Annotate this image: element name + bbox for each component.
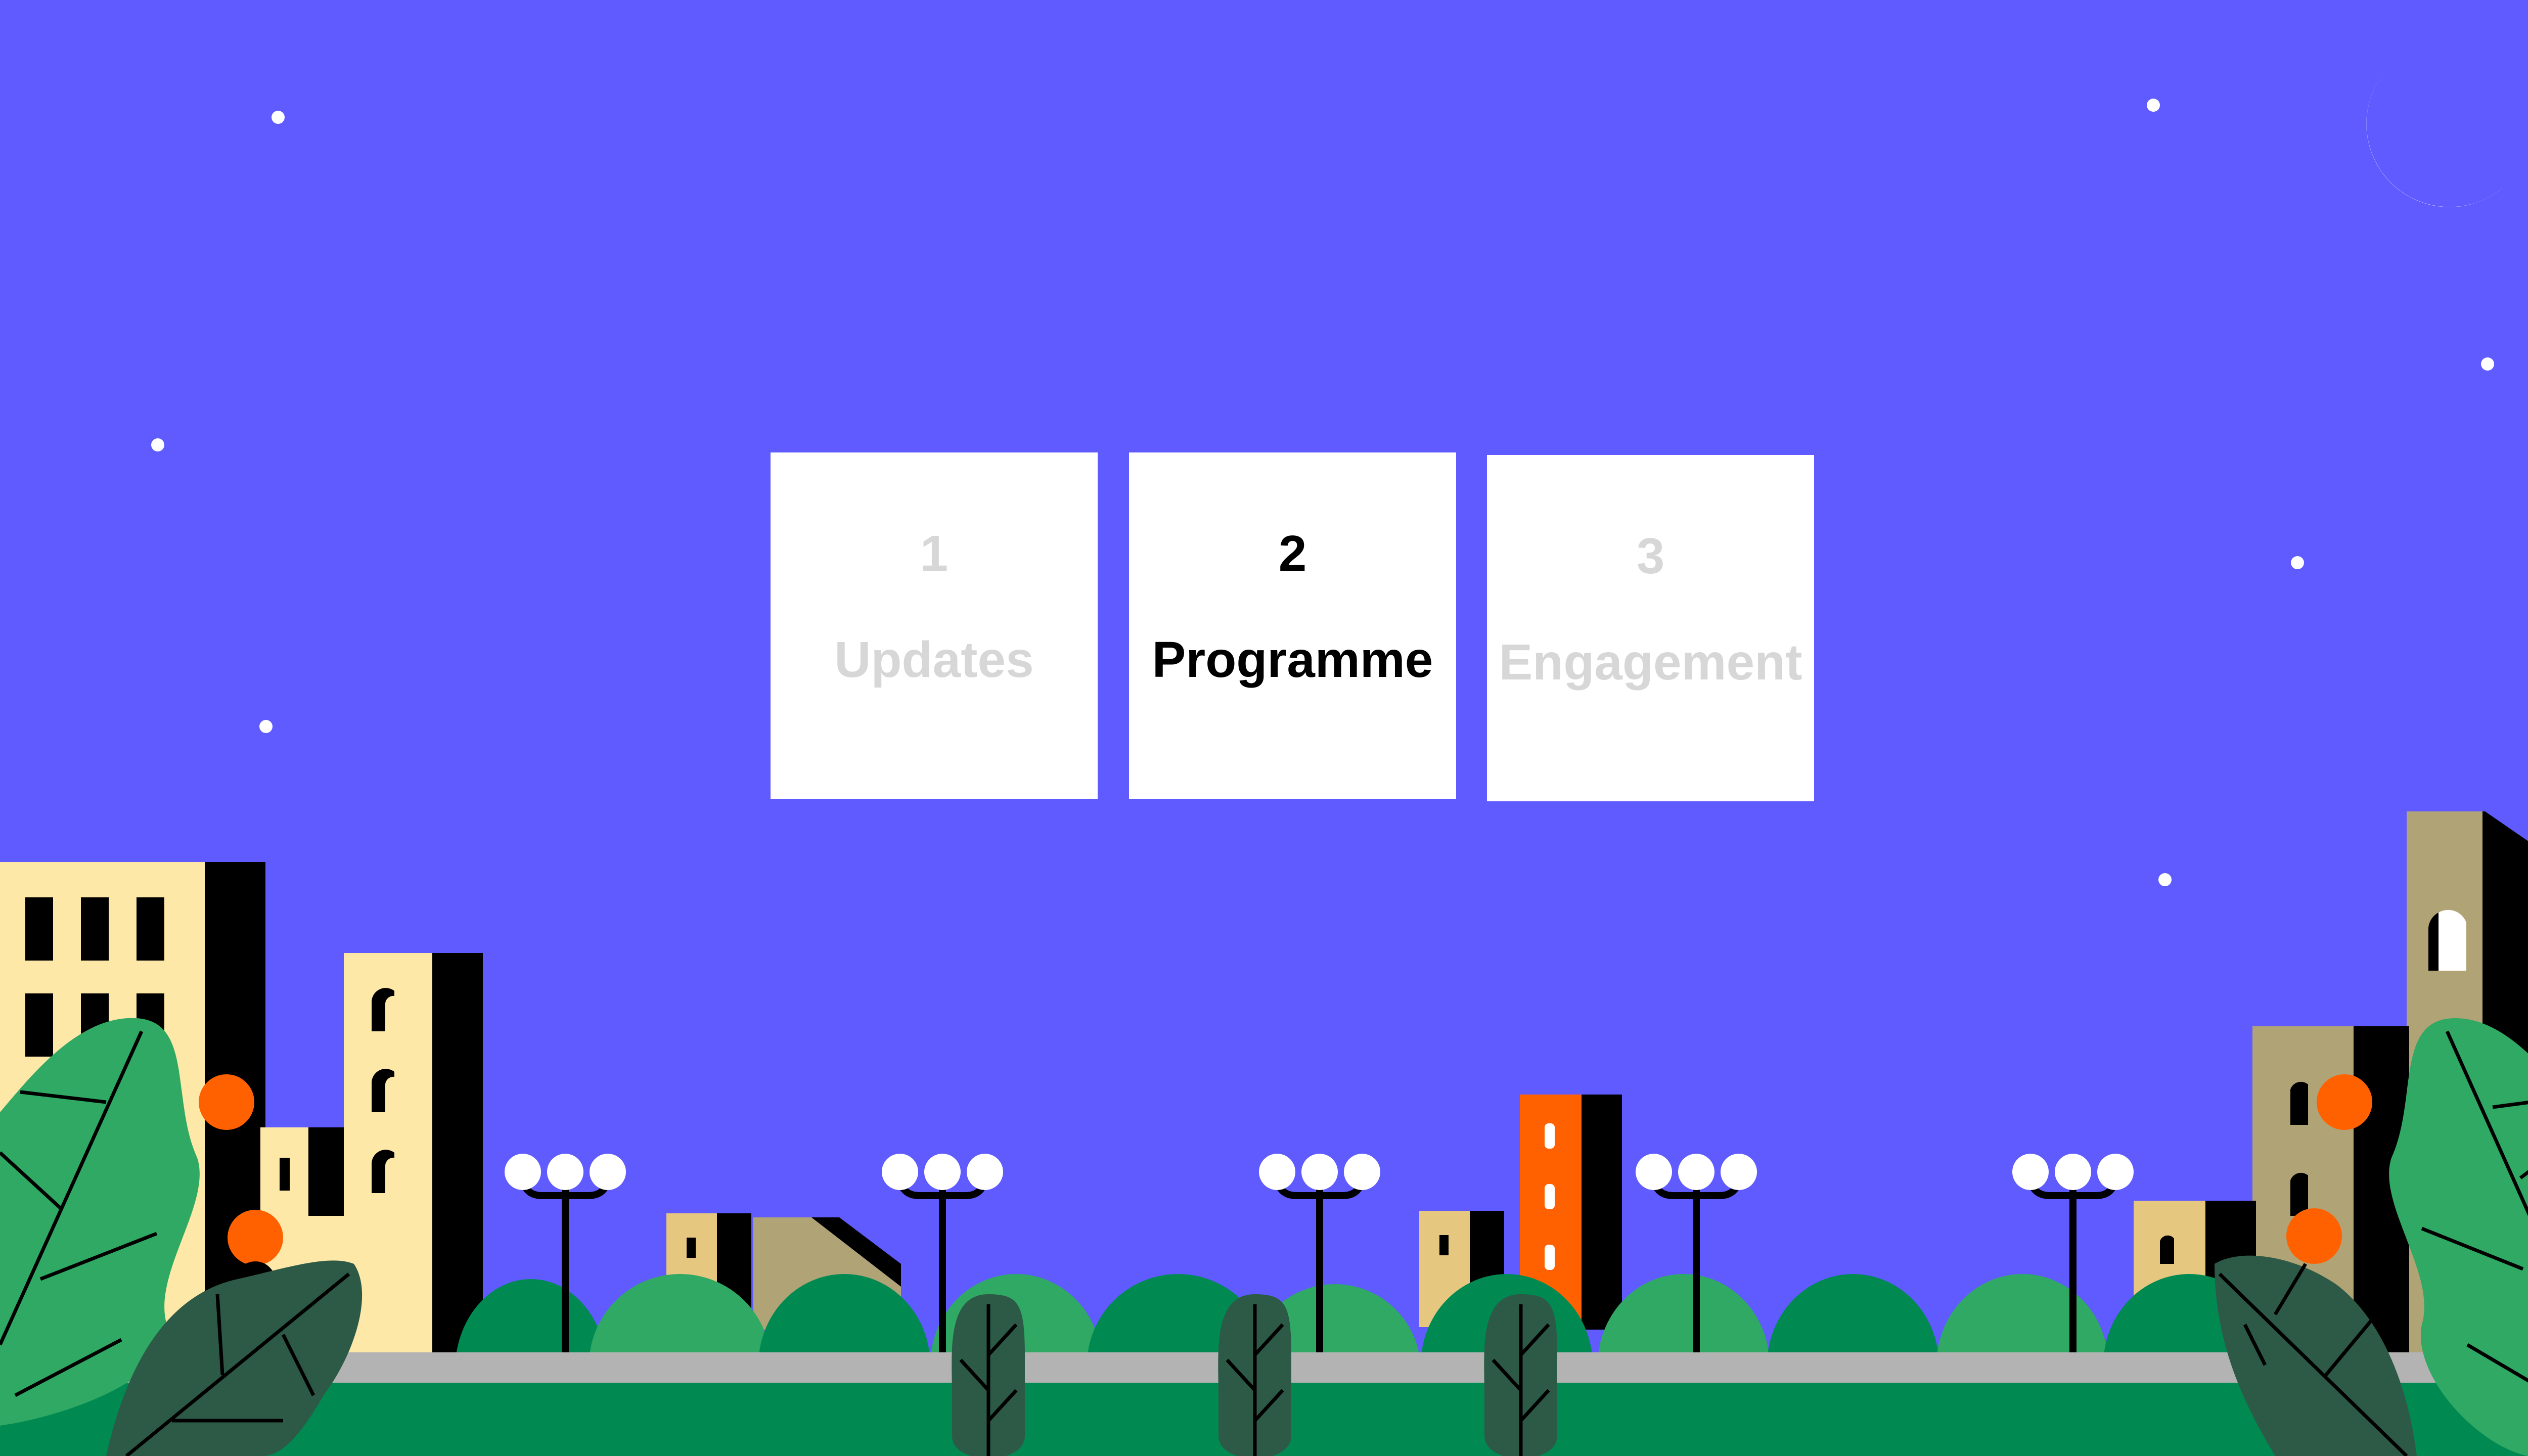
step-number: 1 (920, 525, 949, 582)
step-card-updates[interactable]: 1 Updates (771, 452, 1098, 799)
star-icon (2291, 556, 2304, 569)
step-card-programme[interactable]: 2 Programme (1129, 452, 1456, 799)
step-label: Programme (1152, 631, 1433, 688)
step-number: 3 (1636, 528, 1665, 584)
tree-icon (952, 1294, 1025, 1456)
slide-stage: 1 Updates 2 Programme 3 Engagement (0, 0, 2528, 1456)
star-icon (272, 111, 285, 124)
tree-icon (1218, 1294, 1291, 1456)
star-icon (2147, 99, 2160, 112)
step-card-engagement[interactable]: 3 Engagement (1487, 455, 1814, 801)
walkway (121, 1352, 2477, 1383)
step-label: Engagement (1499, 634, 1802, 691)
step-label: Updates (834, 631, 1034, 688)
star-icon (2481, 357, 2494, 371)
star-icon (2158, 873, 2172, 886)
star-icon (151, 438, 164, 451)
step-number: 2 (1278, 525, 1307, 582)
star-icon (259, 720, 273, 733)
tree-icon (1484, 1294, 1557, 1456)
